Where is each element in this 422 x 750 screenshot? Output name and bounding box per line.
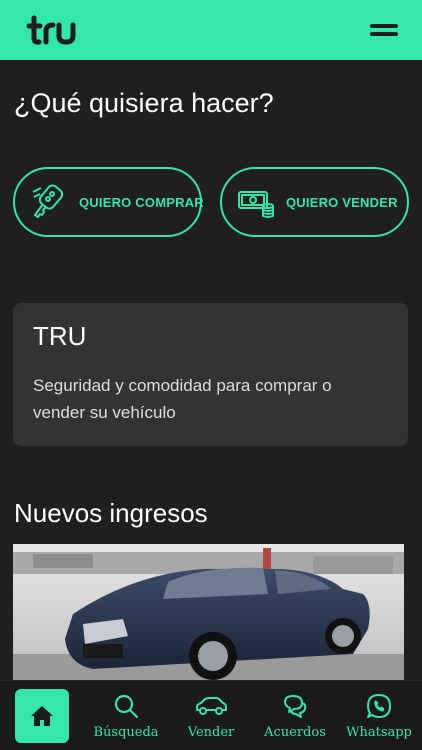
whatsapp-icon [367, 694, 391, 718]
money-icon [238, 191, 274, 218]
top-bar [0, 0, 422, 60]
nav-label-acuerdos: Acuerdos [264, 725, 326, 740]
home-icon [31, 706, 53, 726]
car-photo-illustration [13, 544, 404, 684]
tru-logo[interactable] [26, 14, 84, 46]
menu-button[interactable] [366, 22, 398, 40]
car-key-icon [32, 184, 64, 218]
nav-item-acuerdos[interactable]: Acuerdos [255, 693, 335, 740]
sell-button[interactable]: QUIERO VENDER [220, 167, 409, 237]
menu-icon-line [370, 32, 398, 36]
nav-label-busqueda: Búsqueda [93, 725, 159, 740]
search-icon [114, 694, 139, 719]
nav-label-vender: Vender [187, 725, 235, 740]
nav-item-busqueda[interactable]: Búsqueda [86, 693, 166, 740]
car-icon [196, 697, 227, 715]
buy-button[interactable]: QUIERO COMPRAR [13, 167, 204, 237]
nav-item-whatsapp[interactable]: Whatsapp [339, 693, 419, 740]
info-card-title: TRU [33, 321, 87, 351]
menu-icon [370, 24, 398, 28]
new-arrivals-title: Nuevos ingresos [14, 498, 208, 528]
sell-button-label: QUIERO VENDER [286, 194, 398, 210]
nav-item-vender[interactable]: Vender [171, 693, 251, 740]
nav-home-button[interactable] [15, 689, 69, 743]
buy-button-label: QUIERO COMPRAR [79, 194, 204, 210]
nav-label-whatsapp: Whatsapp [346, 725, 412, 740]
chat-bubbles-icon [284, 695, 307, 718]
info-card-description: Seguridad y comodidad para comprar o ven… [33, 376, 332, 422]
info-card: TRU Seguridad y comodidad para comprar o… [13, 303, 408, 446]
car-listing-image[interactable] [13, 544, 404, 684]
page-question: ¿Qué quisiera hacer? [14, 88, 274, 118]
bottom-navigation: Búsqueda Vender Acuerdos Whatsapp [0, 680, 422, 750]
